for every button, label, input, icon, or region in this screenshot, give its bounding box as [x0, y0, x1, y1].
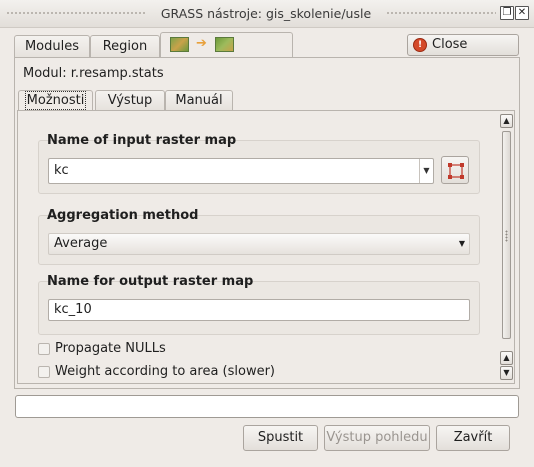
propagate-nulls-label: Propagate NULLs: [55, 341, 166, 356]
module-label: Modul: r.resamp.stats: [23, 66, 164, 81]
window-title: GRASS nástroje: gis_skolenie/usle: [160, 6, 372, 21]
propagate-nulls-checkbox[interactable]: [38, 343, 50, 355]
aggregation-value: Average: [54, 236, 108, 251]
scroll-up-icon[interactable]: ▲: [500, 114, 513, 128]
tab-manual[interactable]: Manuál: [165, 90, 233, 110]
chevron-down-icon[interactable]: ▼: [459, 234, 465, 254]
scroll-down-icon[interactable]: ▼: [500, 366, 513, 380]
select-on-map-button[interactable]: [441, 156, 469, 184]
tab-region[interactable]: Region: [90, 35, 160, 57]
output-raster-field[interactable]: kc_10: [48, 299, 470, 321]
close-mapset-button[interactable]: ! Close mapset: [407, 34, 519, 72]
input-raster-value: kc: [54, 163, 69, 178]
tab-modules-label: Modules: [24, 39, 80, 54]
run-label: Spustit: [257, 430, 304, 445]
output-raster-value: kc_10: [54, 302, 92, 317]
chevron-down-icon[interactable]: ▼: [419, 159, 433, 183]
close-button[interactable]: Zavřít: [436, 425, 510, 451]
command-output-field[interactable]: [15, 395, 519, 418]
view-output-label: Výstup pohledu: [326, 430, 428, 445]
scroll-thumb[interactable]: [502, 131, 511, 339]
close-label: Zavřít: [453, 430, 493, 445]
tab-region-label: Region: [102, 39, 148, 54]
scroll-up-icon[interactable]: ▲: [500, 351, 513, 365]
options-scroll-area[interactable]: Name of input raster map kc ▼ Aggregatio…: [17, 110, 515, 384]
view-output-button[interactable]: Výstup pohledu: [324, 425, 430, 451]
raster-icon: [170, 37, 189, 52]
vertical-scrollbar[interactable]: ▲ ▲ ▼: [499, 113, 514, 381]
run-button[interactable]: Spustit: [243, 425, 318, 451]
arrow-icon: ➔: [196, 36, 207, 51]
weight-area-label: Weight according to area (slower): [55, 364, 276, 379]
tab-output[interactable]: Výstup: [95, 90, 165, 110]
tab-raster-conversion[interactable]: ➔: [160, 32, 293, 58]
restore-icon[interactable]: ❐: [500, 6, 514, 20]
input-raster-combo[interactable]: kc ▼: [48, 158, 434, 184]
output-raster-title: Name for output raster map: [47, 274, 254, 289]
raster-icon: [215, 37, 234, 52]
input-raster-title: Name of input raster map: [47, 133, 237, 148]
grip-icon: [505, 230, 508, 242]
title-grip-left: [6, 11, 146, 16]
select-rectangle-icon: [448, 163, 464, 179]
tab-options[interactable]: Možnosti: [18, 90, 93, 110]
title-bar[interactable]: GRASS nástroje: gis_skolenie/usle ❐ ✕: [0, 0, 534, 28]
tab-options-label: Možnosti: [24, 91, 87, 110]
tab-manual-label: Manuál: [175, 93, 223, 108]
title-grip-right: [386, 11, 496, 16]
weight-area-checkbox[interactable]: [38, 366, 50, 378]
tab-output-label: Výstup: [107, 93, 153, 108]
tab-modules[interactable]: Modules: [14, 35, 90, 57]
aggregation-combo[interactable]: Average ▼: [48, 233, 470, 255]
stop-icon: !: [413, 38, 427, 52]
close-icon[interactable]: ✕: [515, 6, 529, 20]
aggregation-title: Aggregation method: [47, 208, 199, 223]
